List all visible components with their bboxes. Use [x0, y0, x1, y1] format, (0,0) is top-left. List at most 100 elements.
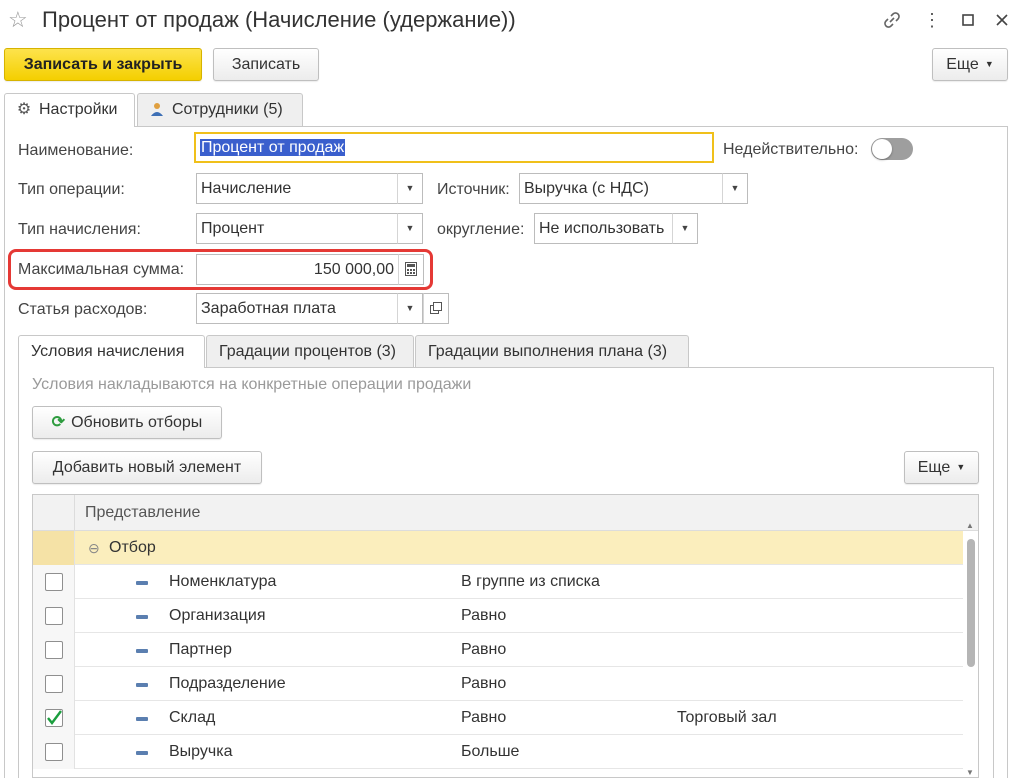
row-checkbox[interactable]	[45, 675, 63, 693]
row-field: Склад	[169, 709, 216, 726]
tab-employees[interactable]: Сотрудники (5)	[137, 93, 303, 126]
save-button[interactable]: Записать	[213, 48, 319, 81]
check-cell	[33, 565, 75, 599]
check-cell	[33, 701, 75, 735]
row-checkbox[interactable]	[45, 743, 63, 761]
table-row[interactable]: Партнер Равно	[33, 633, 963, 667]
rounding-label: округление:	[437, 221, 525, 238]
tab-percent-gradations[interactable]: Градации процентов (3)	[206, 335, 414, 367]
rounding-select[interactable]: Не использовать	[534, 213, 673, 244]
table-row[interactable]: Склад Равно Торговый зал	[33, 701, 963, 735]
calculator-icon	[405, 262, 417, 276]
scroll-thumb[interactable]	[967, 539, 975, 667]
more-menu-label: Еще	[946, 56, 979, 73]
scroll-down-icon[interactable]: ▼	[966, 768, 974, 777]
tab-accrual-conditions[interactable]: Условия начисления	[18, 335, 205, 368]
row-field: Организация	[169, 607, 266, 624]
row-condition: Равно	[461, 607, 507, 624]
filter-item-icon	[136, 581, 148, 585]
link-icon[interactable]	[880, 8, 904, 32]
gear-icon: ⚙	[16, 101, 32, 118]
invalid-label: Недействительно:	[723, 141, 859, 158]
filter-item-icon	[136, 751, 148, 755]
source-label: Источник:	[437, 181, 510, 198]
tab-settings[interactable]: ⚙ Настройки	[4, 93, 135, 127]
check-cell	[33, 531, 75, 565]
vertical-scrollbar[interactable]: ▲ ▼	[966, 521, 976, 777]
row-condition: Больше	[461, 743, 520, 760]
row-field: Подразделение	[169, 675, 286, 692]
operation-type-select[interactable]: Начисление	[196, 173, 398, 204]
more-actions-icon[interactable]: ⋮	[920, 8, 944, 32]
toggle-knob	[872, 139, 892, 159]
tab-settings-label: Настройки	[39, 101, 118, 118]
group-label: Отбор	[109, 539, 156, 556]
row-checkbox[interactable]	[45, 607, 63, 625]
name-label: Наименование:	[18, 142, 134, 159]
save-and-close-button[interactable]: Записать и закрыть	[4, 48, 202, 81]
row-checkbox[interactable]	[45, 709, 63, 727]
maximize-icon[interactable]	[956, 8, 980, 32]
table-row[interactable]: Номенклатура В группе из списка	[33, 565, 963, 599]
operation-type-label: Тип операции:	[18, 181, 125, 198]
favorite-star-icon[interactable]: ☆	[8, 8, 32, 32]
accrual-type-label: Тип начисления:	[18, 221, 141, 238]
operation-type-dropdown-button[interactable]: ▼	[397, 173, 423, 204]
table-row[interactable]: Организация Равно	[33, 599, 963, 633]
accrual-type-select[interactable]: Процент	[196, 213, 398, 244]
row-condition: Равно	[461, 641, 507, 658]
expense-select[interactable]: Заработная плата	[196, 293, 398, 324]
tab-plan-gradations[interactable]: Градации выполнения плана (3)	[415, 335, 689, 367]
check-cell	[33, 735, 75, 769]
name-input-value: Процент от продаж	[200, 139, 346, 156]
invalid-toggle[interactable]	[871, 138, 913, 160]
source-dropdown-button[interactable]: ▼	[722, 173, 748, 204]
check-cell	[33, 633, 75, 667]
table-row[interactable]: Подразделение Равно	[33, 667, 963, 701]
row-checkbox[interactable]	[45, 641, 63, 659]
row-condition: Равно	[461, 709, 507, 726]
table-header: Представление	[33, 495, 978, 531]
open-item-icon	[430, 302, 442, 314]
accrual-type-dropdown-button[interactable]: ▼	[397, 213, 423, 244]
scroll-up-icon[interactable]: ▲	[966, 521, 974, 530]
tab-employees-label: Сотрудники (5)	[172, 101, 283, 118]
row-condition: Равно	[461, 675, 507, 692]
collapse-icon[interactable]: ⊖	[88, 531, 100, 565]
expense-open-button[interactable]	[423, 293, 449, 324]
max-sum-label: Максимальная сумма:	[18, 261, 185, 278]
close-icon[interactable]	[990, 8, 1014, 32]
rounding-dropdown-button[interactable]: ▼	[672, 213, 698, 244]
chevron-down-icon: ▼	[984, 59, 994, 69]
column-header-representation[interactable]: Представление	[85, 495, 200, 531]
window-title: Процент от продаж (Начисление (удержание…	[42, 7, 516, 32]
row-checkbox[interactable]	[45, 573, 63, 591]
table-row[interactable]: Выручка Больше	[33, 735, 963, 769]
filter-item-icon	[136, 615, 148, 619]
refresh-filters-button[interactable]: ⟳ Обновить отборы	[32, 406, 222, 439]
name-input[interactable]: Процент от продаж	[194, 132, 714, 163]
conditions-table: Представление ⊖ Отбор Номенклатура В гру…	[32, 494, 979, 778]
expense-dropdown-button[interactable]: ▼	[397, 293, 423, 324]
row-field: Номенклатура	[169, 573, 277, 590]
check-column-header	[33, 495, 75, 531]
row-field: Партнер	[169, 641, 232, 658]
filter-item-icon	[136, 683, 148, 687]
check-cell	[33, 599, 75, 633]
checkmark-icon	[47, 710, 62, 725]
expense-label: Статья расходов:	[18, 301, 148, 318]
calculator-button[interactable]	[398, 254, 424, 285]
max-sum-input[interactable]: 150 000,00	[196, 254, 399, 285]
row-value: Торговый зал	[677, 709, 777, 726]
row-condition: В группе из списка	[461, 573, 600, 590]
source-select[interactable]: Выручка (с НДС)	[519, 173, 723, 204]
refresh-icon: ⟳	[51, 414, 66, 431]
check-cell	[33, 667, 75, 701]
table-row-group[interactable]: ⊖ Отбор	[33, 531, 963, 565]
more-menu-button[interactable]: Еще ▼	[932, 48, 1008, 81]
conditions-more-label: Еще	[917, 459, 951, 476]
add-element-button[interactable]: Добавить новый элемент	[32, 451, 262, 484]
conditions-hint: Условия накладываются на конкретные опер…	[32, 376, 472, 393]
refresh-filters-label: Обновить отборы	[71, 414, 203, 431]
conditions-more-button[interactable]: Еще ▼	[904, 451, 979, 484]
